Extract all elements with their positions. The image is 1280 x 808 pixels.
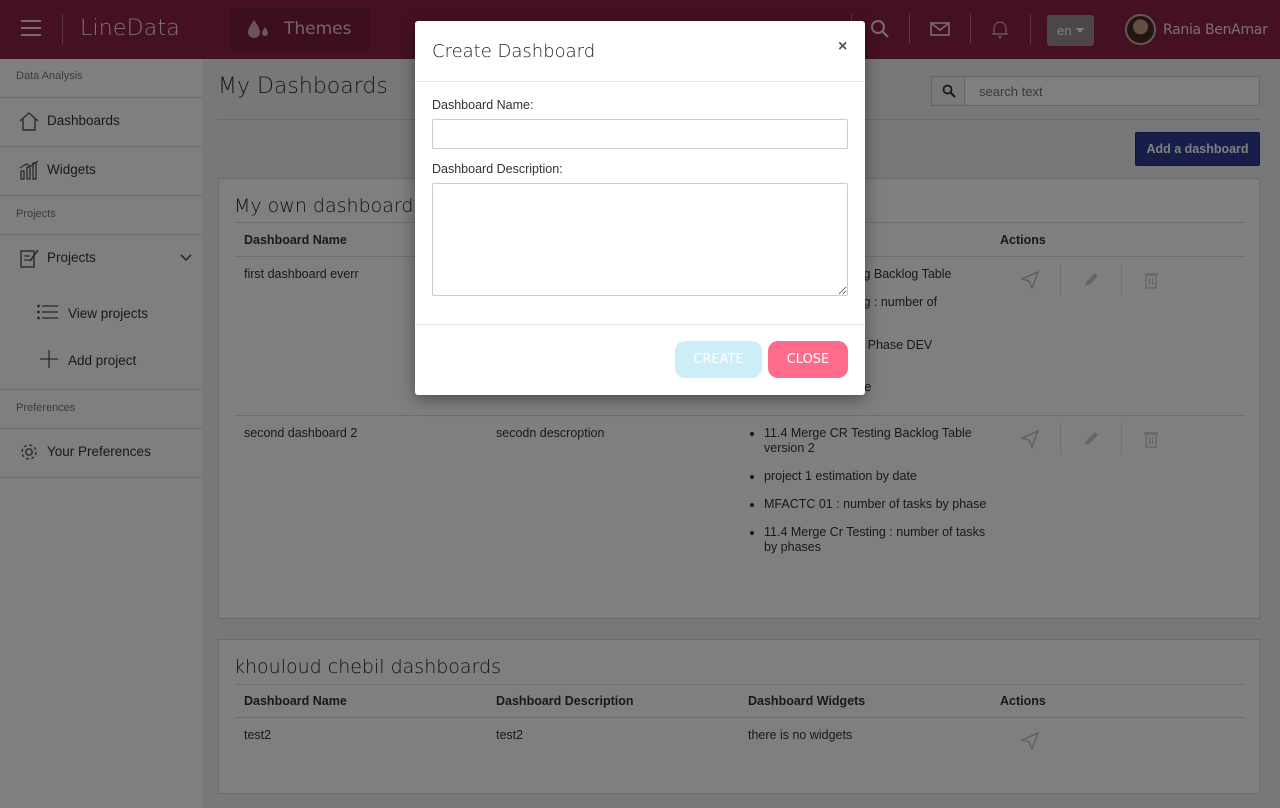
dashboard-description-field[interactable]	[432, 183, 848, 296]
dashboard-name-field[interactable]	[432, 119, 848, 149]
close-icon[interactable]: ×	[838, 38, 847, 56]
modal-title: Create Dashboard	[432, 41, 596, 62]
close-button[interactable]: CLOSE	[768, 341, 848, 378]
divider	[415, 81, 865, 82]
create-dashboard-modal: Create Dashboard × Dashboard Name: Dashb…	[415, 21, 865, 395]
dashboard-name-label: Dashboard Name:	[432, 98, 534, 112]
divider	[415, 324, 865, 325]
dashboard-description-label: Dashboard Description:	[432, 162, 563, 176]
create-button[interactable]: CREATE	[675, 341, 762, 378]
